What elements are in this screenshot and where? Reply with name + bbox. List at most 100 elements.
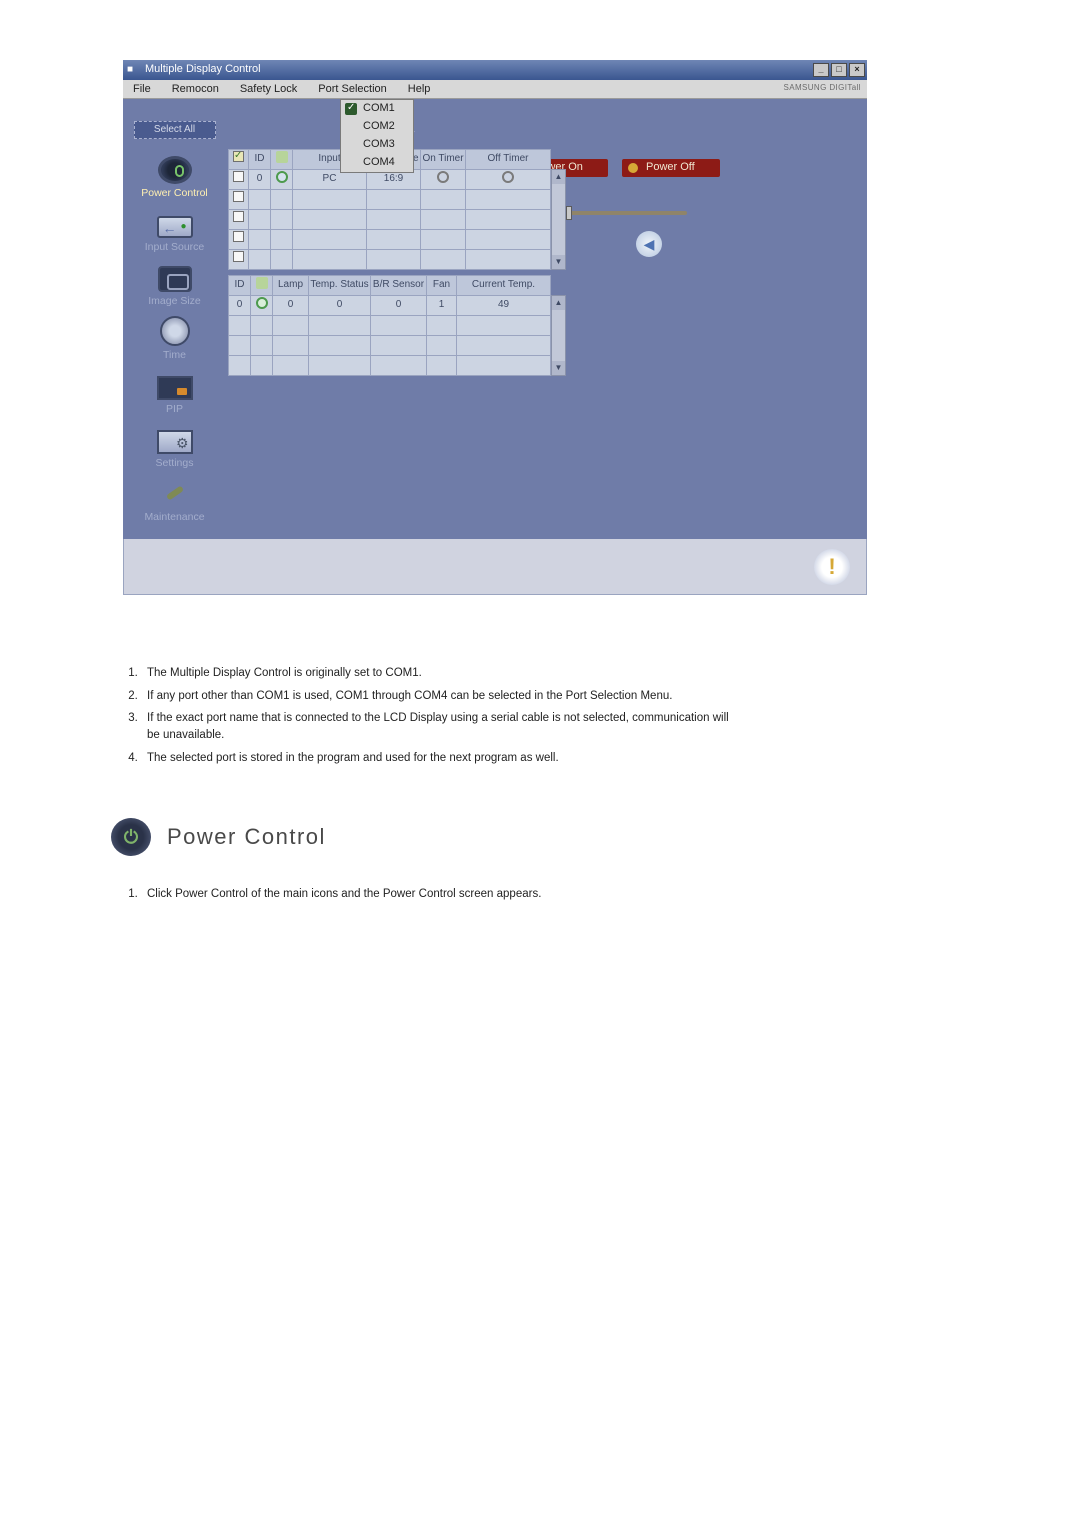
window-titlebar: ■ Multiple Display Control _ □ × (123, 60, 867, 80)
sidebar-item-label: Input Source (145, 240, 205, 255)
scroll-down-button[interactable]: ▼ (552, 255, 565, 269)
scroll-up-button[interactable]: ▲ (552, 170, 565, 184)
cell-id: 0 (229, 296, 251, 316)
table-row[interactable] (229, 356, 551, 376)
sidebar: Select All Power Control Input Source Im… (123, 99, 226, 539)
list-item: The selected port is stored in the progr… (141, 750, 1040, 767)
status-icon (256, 297, 268, 309)
info-icon[interactable]: ! (814, 549, 850, 585)
col-on-timer[interactable]: On Timer (421, 150, 466, 170)
speaker-icon[interactable]: ◀ (636, 231, 662, 257)
section-list: Click Power Control of the main icons an… (123, 886, 1040, 903)
power-off-button[interactable]: Power Off (622, 159, 720, 177)
sidebar-item-label: Maintenance (144, 510, 204, 525)
row-checkbox[interactable] (233, 191, 244, 202)
list-item: If any port other than COM1 is used, COM… (141, 688, 1040, 705)
status-color-header-icon (256, 277, 268, 289)
gear-icon (157, 430, 193, 454)
menu-file[interactable]: File (123, 80, 162, 98)
sidebar-item-label: PIP (166, 402, 183, 417)
main-area: Busy Power On Power Off Volume 10 (226, 99, 867, 539)
button-label: Power Off (646, 160, 695, 176)
cell-current-temp: 49 (457, 296, 551, 316)
port-option-com4[interactable]: COM4 (341, 154, 413, 172)
vertical-scrollbar[interactable]: ▲▼ (551, 295, 566, 376)
sidebar-item-time[interactable]: Time (123, 311, 226, 363)
col-fan[interactable]: Fan (427, 276, 457, 296)
table-header-row: ID Lamp Temp. Status B/R Sensor Fan Curr… (229, 276, 551, 296)
cell-br-sensor: 0 (371, 296, 427, 316)
menubar: File Remocon Safety Lock Port Selection … (123, 80, 867, 99)
status-color-header-icon (276, 151, 288, 163)
slider-thumb[interactable] (566, 206, 572, 220)
section-heading: ⏻ Power Control (111, 818, 1040, 856)
app-window: ■ Multiple Display Control _ □ × File Re… (123, 60, 867, 595)
window-minimize-button[interactable]: _ (813, 63, 829, 77)
menu-remocon[interactable]: Remocon (162, 80, 230, 98)
pip-icon (157, 376, 193, 400)
scroll-down-button[interactable]: ▼ (552, 361, 565, 375)
app-icon: ■ (127, 63, 141, 77)
col-id[interactable]: ID (249, 150, 271, 170)
power-icon: ⏻ (111, 818, 151, 856)
app-body: Select All Power Control Input Source Im… (123, 99, 867, 539)
window-title: Multiple Display Control (145, 62, 811, 78)
row-checkbox[interactable] (233, 171, 244, 182)
table-row[interactable] (229, 250, 551, 270)
sidebar-item-image-size[interactable]: Image Size (123, 257, 226, 309)
sidebar-item-maintenance[interactable]: Maintenance (123, 473, 226, 525)
select-all-button[interactable]: Select All (134, 121, 216, 139)
menu-safety-lock[interactable]: Safety Lock (230, 80, 308, 98)
sidebar-item-settings[interactable]: Settings (123, 419, 226, 471)
port-option-com2[interactable]: COM2 (341, 118, 413, 136)
power-icon (158, 156, 192, 184)
led-icon (628, 163, 638, 173)
table-row[interactable]: 0 0 0 0 1 49 (229, 296, 551, 316)
table-row[interactable] (229, 316, 551, 336)
on-timer-icon (437, 171, 449, 183)
sidebar-item-label: Image Size (148, 294, 201, 309)
row-checkbox[interactable] (233, 211, 244, 222)
table-row[interactable] (229, 210, 551, 230)
col-lamp[interactable]: Lamp (273, 276, 309, 296)
row-checkbox[interactable] (233, 231, 244, 242)
status-bar: ! (123, 539, 867, 595)
col-id[interactable]: ID (229, 276, 251, 296)
input-source-icon (157, 216, 193, 238)
col-off-timer[interactable]: Off Timer (466, 150, 551, 170)
sidebar-item-label: Time (163, 348, 186, 363)
menu-help[interactable]: Help (398, 80, 442, 98)
scroll-up-button[interactable]: ▲ (552, 296, 565, 310)
window-close-button[interactable]: × (849, 63, 865, 77)
table-row[interactable] (229, 190, 551, 210)
volume-slider[interactable] (555, 206, 687, 220)
port-option-com1[interactable]: COM1 (341, 100, 413, 118)
section-title: Power Control (167, 821, 326, 853)
notes-list: The Multiple Display Control is original… (123, 665, 1040, 766)
select-all-checkbox[interactable] (233, 151, 244, 162)
menu-port-selection[interactable]: Port Selection (308, 80, 397, 98)
col-temp-status[interactable]: Temp. Status (309, 276, 371, 296)
sidebar-item-label: Power Control (141, 186, 208, 201)
vertical-scrollbar[interactable]: ▲▼ (551, 169, 566, 270)
cell-temp-status: 0 (309, 296, 371, 316)
list-item: The Multiple Display Control is original… (141, 665, 1040, 682)
window-maximize-button[interactable]: □ (831, 63, 847, 77)
cell-lamp: 0 (273, 296, 309, 316)
row-checkbox[interactable] (233, 251, 244, 262)
cell-fan: 1 (427, 296, 457, 316)
sidebar-item-power-control[interactable]: Power Control (123, 149, 226, 201)
sidebar-item-input-source[interactable]: Input Source (123, 203, 226, 255)
slider-track (555, 211, 687, 215)
image-size-icon (158, 266, 192, 292)
table-row[interactable] (229, 336, 551, 356)
list-item: If the exact port name that is connected… (141, 710, 1040, 743)
table-row[interactable] (229, 230, 551, 250)
port-option-com3[interactable]: COM3 (341, 136, 413, 154)
list-item: Click Power Control of the main icons an… (141, 886, 1040, 903)
col-current-temp[interactable]: Current Temp. (457, 276, 551, 296)
branding-text: SAMSUNG DIGITall (783, 82, 861, 94)
sidebar-item-pip[interactable]: PIP (123, 365, 226, 417)
maintenance-grid: ID Lamp Temp. Status B/R Sensor Fan Curr… (228, 275, 551, 376)
col-br-sensor[interactable]: B/R Sensor (371, 276, 427, 296)
